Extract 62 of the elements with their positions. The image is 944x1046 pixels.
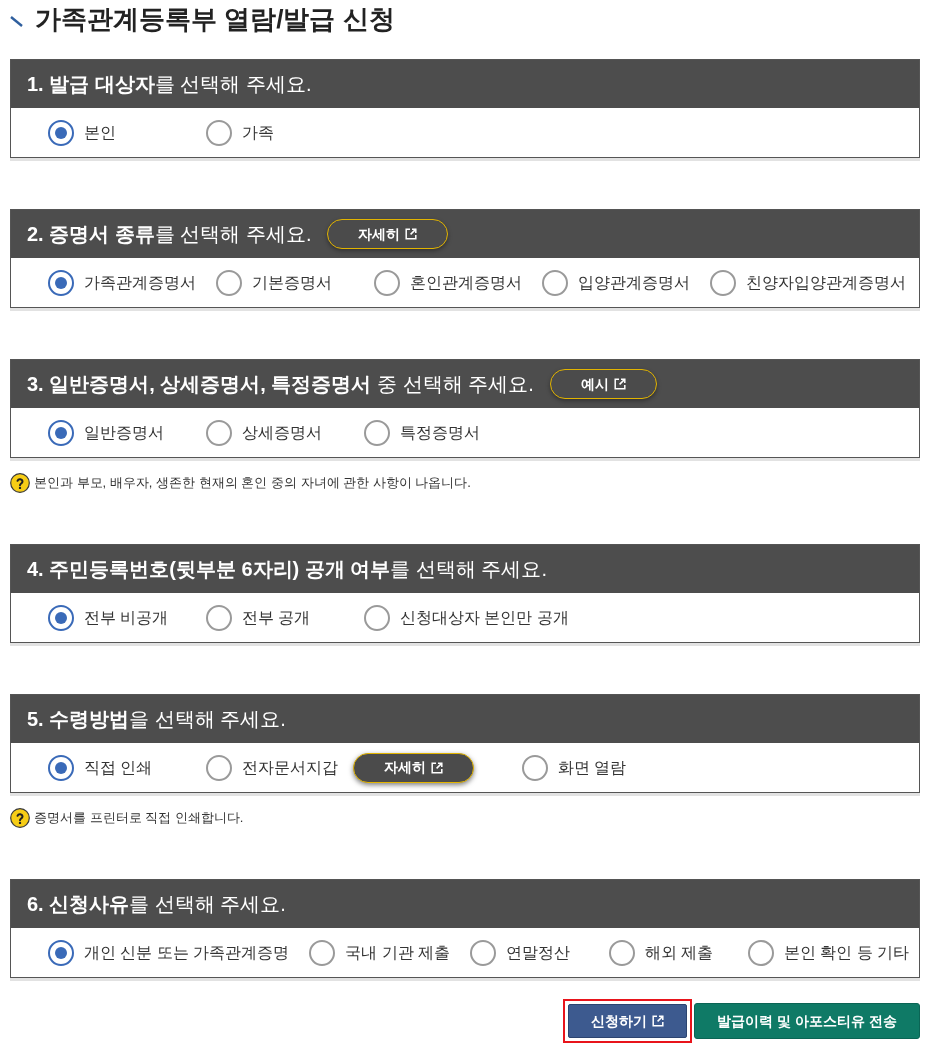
radio-label[interactable]: 전부 비공개 [84,605,169,630]
radio-button[interactable] [522,754,548,781]
radio-label[interactable]: 상세증명서 [242,420,322,445]
radio-button[interactable] [206,119,232,146]
radio-label[interactable]: 연말정산 [506,940,571,965]
radio-label[interactable]: 특정증명서 [400,420,480,445]
details-button[interactable]: 자세히 [327,219,449,249]
radio-label[interactable]: 혼인관계증명서 [410,270,522,295]
radio-button[interactable] [309,939,336,966]
radio-label[interactable]: 일반증명서 [84,420,164,445]
section-heading: 3. 일반증명서, 상세증명서, 특정증명서 중 선택해 주세요. [27,372,534,397]
radio-button[interactable] [470,939,497,966]
details-button[interactable]: 자세히 [353,752,474,783]
section-heading: 2. 증명서 종류를 선택해 주세요. [27,222,312,247]
radio-label[interactable]: 입양관계증명서 [578,270,690,295]
radio-label[interactable]: 해외 제출 [644,940,714,965]
radio-label[interactable]: 가족관계증명서 [84,270,196,295]
radio-button[interactable] [374,269,400,296]
radio-button[interactable] [48,419,74,446]
radio-label[interactable]: 본인 확인 등 기타 [783,940,909,965]
radio-label[interactable]: 전부 공개 [242,605,311,630]
action-button[interactable]: 신청하기 [568,1004,688,1038]
radio-label[interactable]: 친양자입양관계증명서 [746,270,906,295]
radio-button[interactable] [542,269,568,296]
radio-button[interactable] [48,939,74,966]
radio-button[interactable] [48,269,74,296]
radio-label[interactable]: 화면 열람 [558,755,627,780]
radio-button[interactable] [48,604,74,631]
slash-icon [10,15,23,27]
radio-label[interactable]: 신청대상자 본인만 공개 [400,605,569,630]
help-icon [10,473,30,493]
page-title: 가족관계등록부 열람/발급 신청 [35,3,395,36]
radio-button[interactable] [747,939,774,966]
radio-button[interactable] [206,754,232,781]
action-button[interactable]: 발급이력 및 아포스티유 전송 [694,1003,920,1039]
section-heading: 6. 신청사유를 선택해 주세요. [27,892,286,917]
radio-button[interactable] [608,939,635,966]
details-button[interactable]: 예시 [549,369,657,399]
section-heading: 4. 주민등록번호(뒷부분 6자리) 공개 여부를 선택해 주세요. [27,557,548,582]
radio-label[interactable]: 개인 신분 또는 가족관계증명 [84,940,290,965]
radio-label[interactable]: 기본증명서 [252,270,332,295]
external-link-icon [613,378,626,390]
radio-button[interactable] [206,419,232,446]
radio-button[interactable] [710,269,736,296]
radio-label[interactable]: 전자문서지갑 [242,755,338,780]
section-heading: 5. 수령방법을 선택해 주세요. [27,707,286,732]
external-link-icon [431,761,443,774]
radio-button[interactable] [216,269,242,296]
radio-label[interactable]: 본인 [84,120,116,145]
radio-button[interactable] [364,419,390,446]
hint-text: 증명서를 프린터로 직접 인쇄합니다. [34,809,244,828]
section-heading: 1. 발급 대상자를 선택해 주세요. [27,72,312,97]
radio-button[interactable] [364,604,390,631]
external-link-icon [405,228,418,240]
hint-text: 본인과 부모, 배우자, 생존한 현재의 혼인 중의 자녀에 관한 사항이 나옵니다. [34,474,471,493]
radio-label[interactable]: 국내 기관 제출 [345,940,451,965]
radio-label[interactable]: 가족 [242,120,274,145]
help-icon [10,808,30,828]
radio-label[interactable]: 직접 인쇄 [84,755,153,780]
radio-button[interactable] [206,604,232,631]
radio-button[interactable] [48,119,74,146]
radio-button[interactable] [48,754,74,781]
